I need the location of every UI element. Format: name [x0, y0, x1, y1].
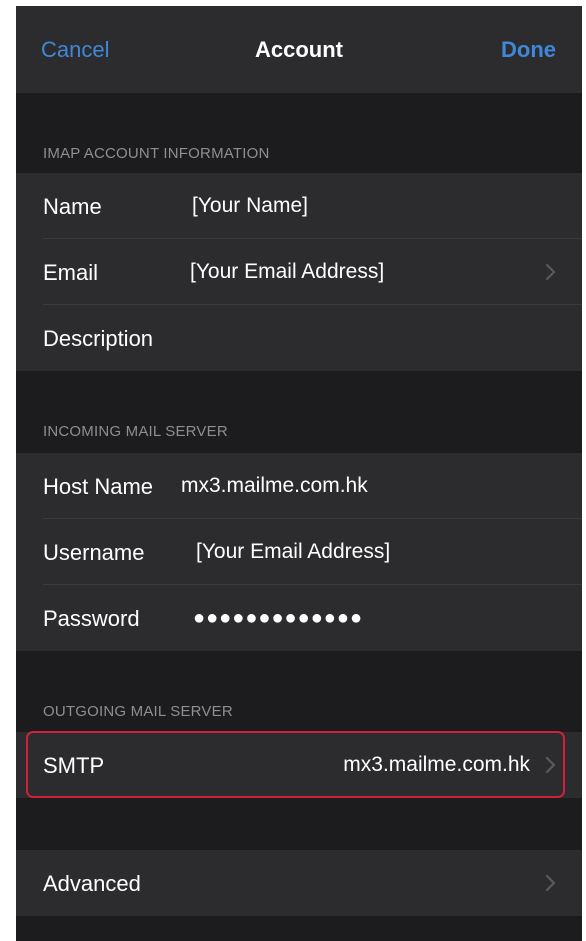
username-label: Username — [43, 540, 145, 565]
section-header-imap: IMAP ACCOUNT INFORMATION — [43, 145, 270, 162]
host-name-field[interactable]: mx3.mailme.com.hk — [181, 473, 368, 499]
navigation-bar: Cancel Account Done — [16, 6, 582, 93]
section-header-outgoing: OUTGOING MAIL SERVER — [43, 703, 233, 720]
imap-account-group: Name [Your Name] Email [Your Email Addre… — [16, 173, 582, 371]
password-field[interactable]: ●●●●●●●●●●●●● — [193, 605, 363, 631]
smtp-row[interactable]: SMTP mx3.mailme.com.hk — [16, 732, 582, 798]
name-row[interactable]: Name [Your Name] — [16, 173, 582, 239]
description-row[interactable]: Description — [16, 305, 582, 371]
password-row[interactable]: Password ●●●●●●●●●●●●● — [16, 585, 582, 651]
host-name-row[interactable]: Host Name mx3.mailme.com.hk — [16, 453, 582, 519]
section-header-incoming: INCOMING MAIL SERVER — [43, 423, 228, 440]
chevron-right-icon — [545, 756, 556, 774]
account-settings-screen: Cancel Account Done IMAP ACCOUNT INFORMA… — [16, 6, 582, 941]
chevron-right-icon — [545, 263, 556, 281]
page-title: Account — [255, 37, 343, 62]
smtp-label: SMTP — [43, 753, 105, 778]
name-field[interactable]: [Your Name] — [192, 193, 308, 219]
name-label: Name — [43, 194, 102, 219]
done-button[interactable]: Done — [501, 37, 556, 63]
smtp-value: mx3.mailme.com.hk — [343, 753, 530, 776]
chevron-right-icon — [545, 874, 556, 892]
advanced-group: Advanced — [16, 850, 582, 916]
email-field[interactable]: [Your Email Address] — [190, 259, 384, 285]
username-field[interactable]: [Your Email Address] — [196, 539, 390, 565]
email-row[interactable]: Email [Your Email Address] — [16, 239, 582, 305]
advanced-row[interactable]: Advanced — [16, 850, 582, 916]
outgoing-server-group: SMTP mx3.mailme.com.hk — [16, 732, 582, 798]
host-name-label: Host Name — [43, 474, 154, 499]
description-label: Description — [43, 326, 154, 351]
username-row[interactable]: Username [Your Email Address] — [16, 519, 582, 585]
email-label: Email — [43, 260, 99, 285]
incoming-server-group: Host Name mx3.mailme.com.hk Username [Yo… — [16, 453, 582, 651]
password-label: Password — [43, 606, 140, 631]
advanced-label: Advanced — [43, 871, 141, 896]
